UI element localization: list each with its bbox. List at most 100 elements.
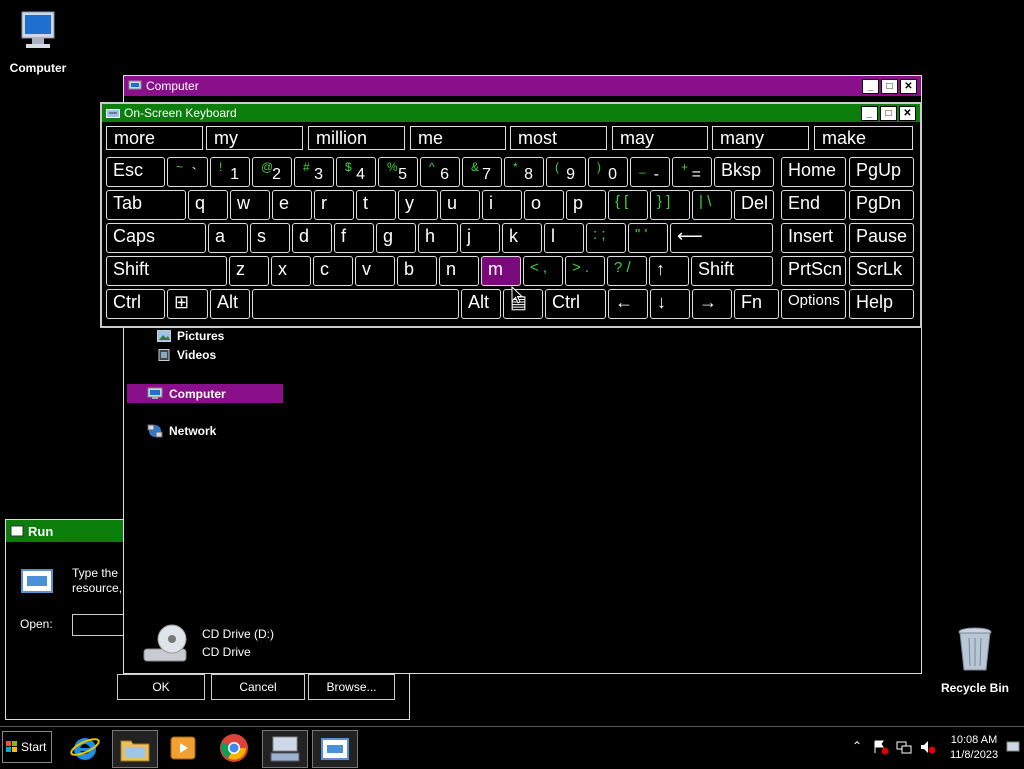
key-v[interactable]: v [355, 256, 395, 286]
key-sym-digit[interactable]: + = [672, 157, 712, 187]
key-ctrl[interactable]: Ctrl [545, 289, 606, 319]
key-q[interactable]: q [188, 190, 228, 220]
key-0-digit[interactable]: ) 0 [588, 157, 628, 187]
key-sym[interactable]: ⟵ [670, 223, 773, 253]
key-alt[interactable]: Alt [461, 289, 501, 319]
key-home[interactable]: Home [781, 157, 846, 187]
close-button[interactable]: ✕ [900, 78, 917, 94]
key-i[interactable]: i [482, 190, 522, 220]
action-center-icon[interactable] [873, 739, 889, 755]
key-b[interactable]: b [397, 256, 437, 286]
key-h[interactable]: h [418, 223, 458, 253]
minimize-button[interactable]: _ [861, 105, 878, 121]
show-desktop-icon[interactable] [1006, 740, 1020, 754]
key-options[interactable]: Options [781, 289, 846, 319]
key-space[interactable] [252, 289, 459, 319]
minimize-button[interactable]: _ [862, 78, 879, 94]
key-left[interactable]: ← [608, 289, 648, 319]
taskbar-app-media-player[interactable] [161, 730, 205, 766]
key-scrlk[interactable]: ScrLk [849, 256, 914, 286]
key-sym[interactable]: > . [565, 256, 605, 286]
key-shift[interactable]: Shift [691, 256, 773, 286]
key-sym[interactable]: " ' [628, 223, 668, 253]
clock[interactable]: 10:08 AM 11/8/2023 [946, 733, 1002, 763]
key-8-digit[interactable]: * 8 [504, 157, 544, 187]
ok-button[interactable]: OK [117, 674, 205, 700]
maximize-button[interactable]: □ [880, 105, 897, 121]
taskbar-app-explorer[interactable] [112, 730, 158, 768]
key-menu[interactable]: ▤ [503, 289, 543, 319]
key-esc[interactable]: Esc [106, 157, 165, 187]
key-2-digit[interactable]: @2 [252, 157, 292, 187]
key-s[interactable]: s [250, 223, 290, 253]
key-del[interactable]: Del [734, 190, 774, 220]
key-tab[interactable]: Tab [106, 190, 186, 220]
taskbar-app-run[interactable] [312, 730, 358, 768]
key-caps[interactable]: Caps [106, 223, 206, 253]
key-a[interactable]: a [208, 223, 248, 253]
osk-titlebar[interactable]: On-Screen Keyboard _ □ ✕ [102, 104, 920, 122]
nav-item-pictures[interactable]: Pictures [157, 329, 224, 343]
key-p[interactable]: p [566, 190, 606, 220]
key-sym[interactable]: ↑ [649, 256, 689, 286]
word-suggestion[interactable]: more [106, 126, 203, 150]
key-9-digit[interactable]: (9 [546, 157, 586, 187]
desktop-icon-recycle-bin[interactable]: Recycle Bin [935, 626, 1015, 695]
key-pgdn[interactable]: PgDn [849, 190, 914, 220]
key-sym[interactable]: : ; [586, 223, 626, 253]
desktop-icon-computer[interactable]: Computer [0, 10, 78, 75]
key-alt[interactable]: Alt [210, 289, 250, 319]
taskbar-app-ie[interactable] [63, 730, 107, 766]
nav-item-videos[interactable]: Videos [157, 348, 216, 362]
key-help[interactable]: Help [849, 289, 914, 319]
key-4-digit[interactable]: $4 [336, 157, 376, 187]
key-right[interactable]: → [692, 289, 732, 319]
key-n[interactable]: n [439, 256, 479, 286]
nav-item-network[interactable]: Network [147, 424, 216, 438]
word-suggestion[interactable]: many [712, 126, 809, 150]
key-t[interactable]: t [356, 190, 396, 220]
key-windows[interactable]: ⊞ [167, 289, 208, 319]
network-tray-icon[interactable] [896, 739, 912, 755]
word-suggestion[interactable]: me [410, 126, 506, 150]
key-w[interactable]: w [230, 190, 270, 220]
close-button[interactable]: ✕ [899, 105, 916, 121]
key-o[interactable]: o [524, 190, 564, 220]
taskbar-app-chrome[interactable] [212, 730, 256, 766]
key-pgup[interactable]: PgUp [849, 157, 914, 187]
key-c[interactable]: c [313, 256, 353, 286]
key-6-digit[interactable]: ^ 6 [420, 157, 460, 187]
taskbar-app-osk[interactable] [262, 730, 308, 768]
key-1-digit[interactable]: ! 1 [210, 157, 250, 187]
key-bksp[interactable]: Bksp [714, 157, 774, 187]
browse-button[interactable]: Browse... [308, 674, 395, 700]
key-d[interactable]: d [292, 223, 332, 253]
cancel-button[interactable]: Cancel [211, 674, 305, 700]
key-end[interactable]: End [781, 190, 846, 220]
word-suggestion[interactable]: million [308, 126, 405, 150]
word-suggestion[interactable]: most [510, 126, 607, 150]
key-shift[interactable]: Shift [106, 256, 227, 286]
key-f[interactable]: f [334, 223, 374, 253]
key-j[interactable]: j [460, 223, 500, 253]
key-sym[interactable]: < , [523, 256, 563, 286]
key-k[interactable]: k [502, 223, 542, 253]
key-fn[interactable]: Fn [734, 289, 779, 319]
key-e[interactable]: e [272, 190, 312, 220]
key-insert[interactable]: Insert [781, 223, 846, 253]
key-x[interactable]: x [271, 256, 311, 286]
word-suggestion[interactable]: my [206, 126, 303, 150]
key-m[interactable]: m [481, 256, 521, 286]
key-g[interactable]: g [376, 223, 416, 253]
key-3-digit[interactable]: #3 [294, 157, 334, 187]
key-sym-digit[interactable]: ~ ` [167, 157, 208, 187]
key-sym[interactable]: } ] [650, 190, 690, 220]
key-ctrl[interactable]: Ctrl [106, 289, 165, 319]
key-z[interactable]: z [229, 256, 269, 286]
key-5-digit[interactable]: % 5 [378, 157, 418, 187]
maximize-button[interactable]: □ [881, 78, 898, 94]
explorer-titlebar[interactable]: Computer _ □ ✕ [124, 76, 921, 96]
key-r[interactable]: r [314, 190, 354, 220]
key-sym-digit[interactable]: _ - [630, 157, 670, 187]
key-down[interactable]: ↓ [650, 289, 690, 319]
